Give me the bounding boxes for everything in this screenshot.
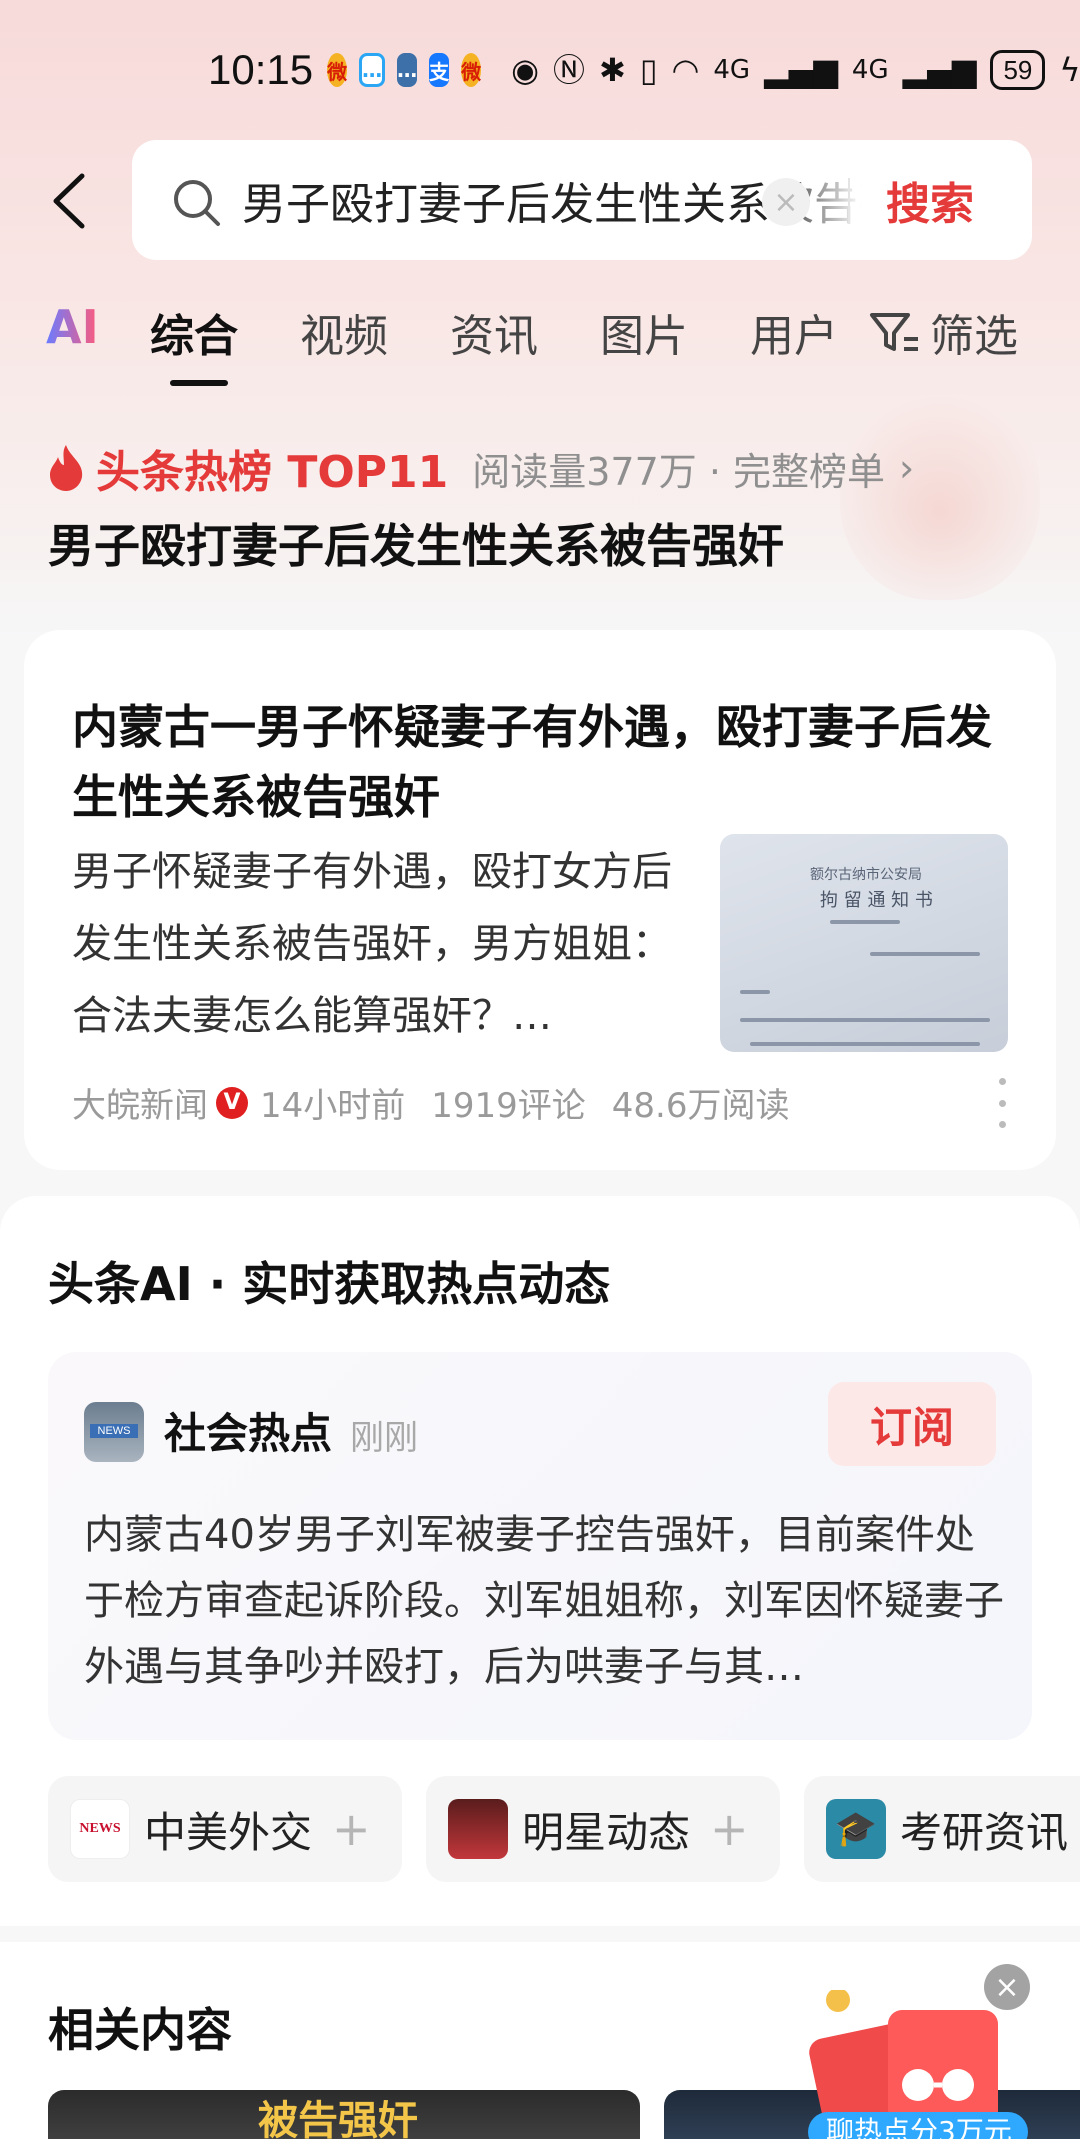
article-title[interactable]: 内蒙古一男子怀疑妻子有外遇，殴打妻子后发生性关系被告强奸 [72, 692, 1012, 832]
weibo-icon-2: 微 [461, 53, 482, 87]
system-icons: ◉ Ⓝ ✱ ▯ ◠ 4G ▂▄▆ 4G ▂▄▆ 59 ϟ [511, 50, 1080, 90]
stage-icon [448, 1799, 508, 1859]
topic-chip-sino-us[interactable]: NEWS 中美外交 + [48, 1776, 402, 1882]
signal-icon: ▂▄▆ [764, 51, 838, 89]
search-box[interactable]: × 搜索 [132, 140, 1032, 260]
battery-indicator: 59 [990, 50, 1046, 90]
verified-badge-icon: V [216, 1086, 248, 1119]
plus-icon: + [332, 1802, 371, 1856]
hot-list-label: 头条热榜 TOP11 [96, 447, 449, 498]
tab-video[interactable]: 视频 [300, 300, 388, 364]
tab-news[interactable]: 资讯 [450, 300, 538, 364]
bluetooth-icon: ✱ [599, 51, 626, 89]
search-button[interactable]: 搜索 [886, 168, 974, 232]
flame-icon [50, 445, 83, 491]
charging-icon: ϟ [1059, 51, 1080, 89]
topic-chip-label: 考研资讯 [900, 1807, 1069, 1857]
status-bar: 10:15 微 … … 支 微 ◉ Ⓝ ✱ ▯ ◠ 4G ▂▄▆ 4G ▂▄▆ … [0, 40, 1080, 100]
filter-label: 筛选 [930, 311, 1018, 362]
vibrate-icon: ▯ [639, 51, 658, 89]
ai-section: 头条AI · 实时获取热点动态 NEWS 社会热点 刚刚 订阅 内蒙古40岁男子… [0, 1196, 1080, 1926]
tab-images[interactable]: 图片 [600, 300, 688, 364]
topic-chip-label: 中美外交 [144, 1807, 313, 1857]
related-thumb-caption: 被告强奸 [258, 2098, 418, 2139]
back-button[interactable] [38, 166, 98, 236]
news-source-avatar: NEWS [84, 1402, 144, 1462]
red-packet-banner[interactable]: 聊热点分3万元 [808, 2112, 1028, 2139]
hot-list-row[interactable]: 头条热榜 TOP11 阅读量377万 · 完整榜单 › [46, 436, 914, 500]
eye-icon: ◉ [511, 51, 540, 89]
filter-button[interactable]: 筛选 [868, 300, 1018, 364]
article-thumbnail[interactable]: 额尔古纳市公安局 拘 留 通 知 书 [720, 834, 1008, 1052]
article-summary: 男子怀疑妻子有外遇，殴打女方后发生性关系被告强奸，男方姐姐：合法夫妻怎么能算强奸… [72, 849, 672, 1039]
search-divider [848, 178, 850, 224]
topic-chip-postgrad[interactable]: 🎓 考研资讯 [804, 1776, 1080, 1882]
weibo-icon: 微 [327, 53, 348, 87]
article-time: 14小时前 [260, 1086, 406, 1126]
active-tab-indicator [170, 380, 228, 386]
ai-summary-card[interactable]: NEWS 社会热点 刚刚 订阅 内蒙古40岁男子刘军被妻子控告强奸，目前案件处于… [48, 1352, 1032, 1740]
thumb-line [870, 952, 980, 956]
chevron-right-icon: › [899, 446, 915, 490]
message-icon: … [397, 53, 418, 87]
hot-list-read-count: 阅读量377万 · 完整榜单 [472, 449, 885, 494]
topic-chip-label: 明星动态 [522, 1807, 691, 1857]
nfc-icon: Ⓝ [553, 51, 586, 89]
related-video-thumbnail[interactable]: 被告强奸 [48, 2090, 640, 2139]
back-arrow-icon [53, 173, 85, 229]
filter-icon [870, 313, 918, 351]
status-time: 10:15 [208, 46, 314, 93]
article-source[interactable]: 大皖新闻 [72, 1078, 208, 1127]
result-tabs: AI 综合 视频 资讯 图片 用户 筛选 [0, 300, 1080, 390]
tab-ai[interactable]: AI [46, 300, 99, 354]
chat-icon: … [359, 53, 386, 87]
ai-card-source: 社会热点 [164, 1409, 333, 1458]
article-comments: 1919评论 [431, 1086, 586, 1126]
network-label: 4G [713, 55, 751, 85]
thumb-text-2: 拘 留 通 知 书 [820, 890, 933, 911]
alipay-icon: 支 [429, 53, 450, 87]
plus-icon: + [710, 1802, 749, 1856]
subscribe-button[interactable]: 订阅 [828, 1382, 996, 1466]
article-reads: 48.6万阅读 [611, 1086, 790, 1126]
thumb-line [740, 1018, 990, 1022]
clear-search-button[interactable]: × [762, 178, 810, 226]
wifi-icon: ◠ [671, 51, 700, 89]
more-options-icon[interactable] [992, 1078, 1012, 1128]
graduation-cap-icon: 🎓 [826, 1799, 886, 1859]
ai-card-time: 刚刚 [350, 1418, 418, 1458]
tab-users[interactable]: 用户 [750, 300, 838, 364]
article-meta: 大皖新闻 V 14小时前 1919评论 48.6万阅读 [72, 1078, 816, 1127]
close-red-packet-icon[interactable]: × [984, 1964, 1030, 2010]
network-label-2: 4G [851, 55, 889, 85]
signal-icon-2: ▂▄▆ [902, 51, 977, 89]
article-card[interactable]: 内蒙古一男子怀疑妻子有外遇，殴打妻子后发生性关系被告强奸 男子怀疑妻子有外遇，殴… [24, 630, 1056, 1170]
ai-section-heading: 头条AI · 实时获取热点动态 [48, 1257, 611, 1311]
thumb-line [830, 920, 900, 924]
thumb-text-1: 额尔古纳市公安局 [810, 867, 922, 883]
tab-comprehensive[interactable]: 综合 [150, 300, 238, 364]
topic-chip-celebrity[interactable]: 明星动态 + [426, 1776, 780, 1882]
hot-topic-title[interactable]: 男子殴打妻子后发生性关系被告强奸 [48, 510, 784, 576]
thumb-line [750, 1042, 980, 1046]
ai-card-text: 内蒙古40岁男子刘军被妻子控告强奸，目前案件处于检方审查起诉阶段。刘军姐姐称，刘… [84, 1512, 1004, 1690]
thumb-line [740, 990, 770, 994]
related-heading: 相关内容 [48, 2003, 232, 2057]
news-logo-icon: NEWS [70, 1799, 130, 1859]
topic-chips-row: NEWS 中美外交 + 明星动态 + 🎓 考研资讯 [48, 1776, 1080, 1886]
search-icon [174, 180, 220, 226]
